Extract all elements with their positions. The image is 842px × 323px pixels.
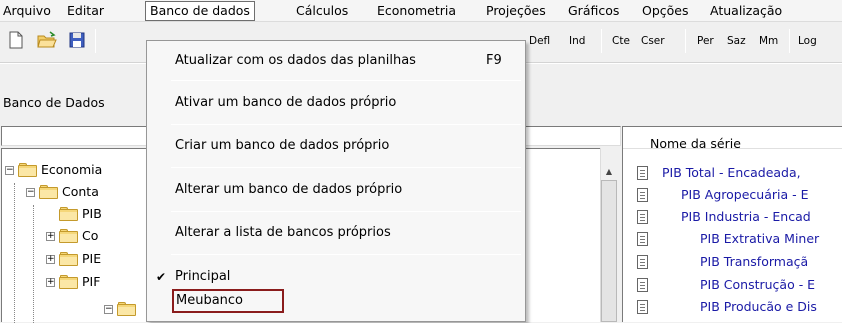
toolbar-button-per[interactable]: Per (697, 35, 714, 47)
banco-de-dados-dropdown: Atualizar com os dados das planilhas F9 … (146, 40, 526, 322)
toolbar-button-saz[interactable]: Saz (727, 35, 746, 47)
series-row[interactable]: PIB Transformaçã (637, 253, 842, 273)
menu-item-label: Meubanco (176, 293, 244, 308)
menu-item-label: Alterar um banco de dados próprio (175, 182, 403, 197)
collapse-icon[interactable]: − (26, 188, 35, 197)
menu-item-criar-banco[interactable]: Criar um banco de dados próprio (148, 136, 524, 156)
menu-item-label: Principal (175, 269, 231, 284)
expand-icon[interactable]: + (46, 232, 55, 241)
menu-item-label: Alterar a lista de bancos próprios (175, 225, 391, 240)
folder-icon (59, 275, 78, 289)
series-column-header[interactable]: Nome da série (650, 136, 741, 151)
menu-separator (171, 254, 521, 255)
series-row[interactable]: PIB Extrativa Miner (637, 230, 842, 250)
folder-icon (59, 229, 78, 243)
folder-icon (117, 302, 136, 316)
collapse-icon[interactable]: − (104, 305, 113, 314)
menu-separator (171, 80, 521, 81)
series-name: PIB Total - Encadeada, (662, 165, 801, 180)
series-name: PIB Industria - Encad (681, 209, 811, 224)
menu-separator (171, 211, 521, 212)
checkmark-icon: ✔ (156, 270, 167, 284)
series-row[interactable]: PIB Construção - E (637, 276, 842, 296)
menu-item-principal[interactable]: ✔ Principal (148, 267, 524, 287)
menu-arquivo[interactable]: Arquivo (3, 3, 51, 19)
series-name: PIB Producão e Dis (700, 299, 817, 314)
tree-node-label: Economia (41, 162, 103, 177)
series-row[interactable]: PIB Industria - Encad (637, 208, 842, 228)
scrollbar-thumb[interactable] (601, 180, 617, 322)
menu-atualizacao[interactable]: Atualização (710, 3, 782, 19)
toolbar-button-cser[interactable]: Cser (641, 35, 665, 47)
expand-icon[interactable]: + (46, 255, 55, 264)
menu-editar[interactable]: Editar (67, 3, 104, 19)
folder-icon (39, 185, 58, 199)
document-icon (637, 300, 648, 314)
series-name: PIB Construção - E (700, 277, 816, 292)
document-icon (637, 188, 648, 202)
new-file-icon[interactable] (7, 31, 25, 49)
open-folder-icon[interactable] (37, 31, 57, 49)
document-icon (637, 232, 648, 246)
toolbar-separator (789, 29, 790, 53)
menu-graficos[interactable]: Gráficos (568, 3, 619, 19)
toolbar-button-cte[interactable]: Cte (612, 35, 630, 47)
menu-calculos[interactable]: Cálculos (296, 3, 348, 19)
folder-icon (59, 252, 78, 266)
collapse-icon[interactable]: − (5, 166, 14, 175)
folder-icon (59, 207, 78, 221)
menu-separator (171, 124, 521, 125)
document-icon (637, 166, 648, 180)
menu-separator (171, 167, 521, 168)
menu-item-label: Ativar um banco de dados próprio (175, 95, 397, 110)
document-icon (637, 278, 648, 292)
tree-node-label: Conta (62, 184, 99, 199)
menu-item-ativar-banco[interactable]: Ativar um banco de dados próprio (148, 93, 524, 113)
menu-opcoes[interactable]: Opções (642, 3, 689, 19)
toolbar-button-defl[interactable]: Defl (529, 35, 550, 47)
menu-item-alterar-banco[interactable]: Alterar um banco de dados próprio (148, 180, 524, 200)
toolbar-separator (685, 29, 686, 53)
menu-item-shortcut: F9 (486, 53, 502, 68)
menu-item-label: Criar um banco de dados próprio (175, 138, 390, 153)
folder-icon (18, 163, 37, 177)
tree-node-label: PIB (82, 206, 102, 221)
toolbar-separator (601, 29, 602, 53)
series-name: PIB Agropecuária - E (681, 187, 809, 202)
menu-banco-de-dados[interactable]: Banco de dados (145, 1, 255, 21)
series-row[interactable]: PIB Total - Encadeada, (637, 164, 842, 184)
menu-projecoes[interactable]: Projeções (486, 3, 546, 19)
menu-bar: Arquivo Editar Banco de dados Cálculos E… (0, 0, 842, 22)
toolbar-button-ind[interactable]: Ind (569, 35, 585, 47)
series-name: PIB Extrativa Miner (700, 231, 820, 246)
series-row[interactable]: PIB Producão e Dis (637, 298, 842, 318)
menu-item-label: Atualizar com os dados das planilhas (175, 53, 416, 68)
menu-item-atualizar-planilhas[interactable]: Atualizar com os dados das planilhas F9 (148, 51, 524, 71)
toolbar-separator (95, 29, 96, 53)
scroll-up-arrow-icon[interactable]: ▲ (600, 163, 618, 180)
tree-node-label: PIE (82, 251, 102, 266)
toolbar-button-log[interactable]: Log (798, 35, 817, 47)
menu-econometria[interactable]: Econometria (377, 3, 456, 19)
tree-node-label: Co (82, 228, 99, 243)
expand-icon[interactable]: + (46, 278, 55, 287)
document-icon (637, 255, 648, 269)
menu-item-meubanco[interactable]: Meubanco (172, 289, 284, 313)
series-row[interactable]: PIB Agropecuária - E (637, 186, 842, 206)
menu-item-alterar-lista[interactable]: Alterar a lista de bancos próprios (148, 223, 524, 243)
series-name: PIB Transformaçã (700, 254, 809, 269)
save-disk-icon[interactable] (68, 31, 86, 49)
database-panel-title: Banco de Dados (3, 95, 105, 110)
toolbar-button-mm[interactable]: Mm (759, 35, 778, 47)
tree-node-label: PIF (82, 274, 101, 289)
document-icon (637, 210, 648, 224)
